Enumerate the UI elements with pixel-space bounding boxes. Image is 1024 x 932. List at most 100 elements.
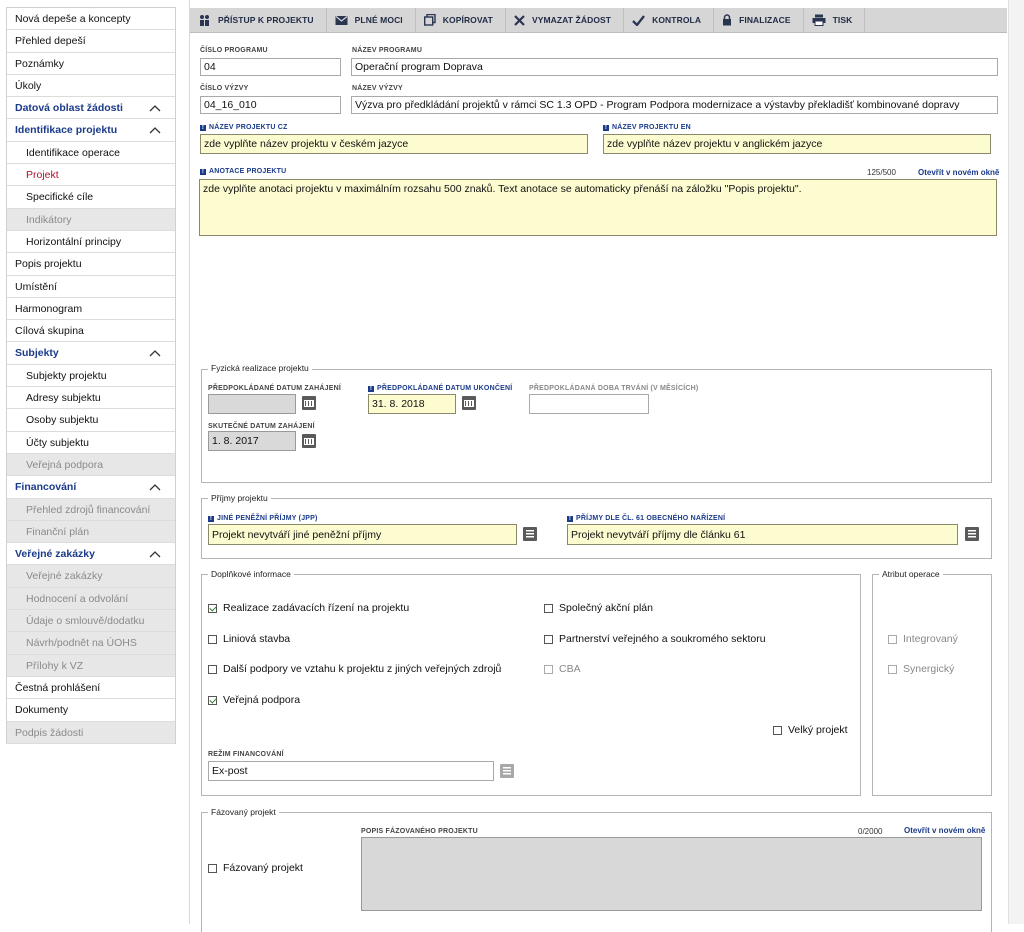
- print-label: TISK: [832, 15, 853, 25]
- checkbox-box[interactable]: [544, 634, 553, 644]
- checkbox-box[interactable]: [773, 725, 782, 735]
- sidebar-item-9[interactable]: Indikátory: [7, 208, 175, 231]
- sidebar-item-26[interactable]: Hodnocení a odvolání: [7, 587, 175, 611]
- sidebar-item-22[interactable]: Přehled zdrojů financování: [7, 498, 175, 521]
- list-icon[interactable]: [500, 764, 514, 778]
- sidebar-item-label: Veřejné zakázky: [26, 570, 103, 583]
- phased-open-new-window-link[interactable]: Otevřít v novém okně: [904, 826, 985, 835]
- jpp-field[interactable]: Projekt nevytváří jiné peněžní příjmy: [208, 524, 517, 545]
- sidebar-item-29[interactable]: Přílohy k VZ: [7, 654, 175, 677]
- checkbox-box[interactable]: [888, 634, 897, 644]
- sidebar-item-7[interactable]: Projekt: [7, 164, 175, 187]
- calendar-icon[interactable]: [302, 434, 316, 448]
- list-icon[interactable]: [523, 527, 537, 541]
- sidebar-item-17[interactable]: Adresy subjektu: [7, 387, 175, 410]
- phased-desc-textarea[interactable]: [361, 837, 982, 911]
- power-of-attorney-button[interactable]: PLNÉ MOCI: [327, 8, 416, 32]
- sidebar-item-12[interactable]: Umístění: [7, 276, 175, 298]
- duration-field[interactable]: [529, 394, 649, 414]
- other-support-checkbox[interactable]: Další podpory ve vztahu k projektu z jin…: [208, 663, 501, 675]
- phased-project-checkbox[interactable]: Fázovaný projekt: [208, 862, 303, 874]
- annotation-textarea[interactable]: zde vyplňte anotaci projektu v maximální…: [199, 179, 997, 236]
- sidebar-item-28[interactable]: Návrh/podnět na ÚOHS: [7, 632, 175, 655]
- sidebar-item-label: Datová oblast žádosti: [15, 102, 123, 115]
- chevron-up-icon[interactable]: [149, 550, 161, 558]
- cba-checkbox[interactable]: CBA: [544, 663, 581, 675]
- project-name-en-field[interactable]: zde vyplňte název projektu v anglickém j…: [603, 134, 991, 154]
- sidebar-item-6[interactable]: Identifikace operace: [7, 142, 175, 165]
- linear-building-checkbox[interactable]: Liniová stavba: [208, 633, 290, 645]
- joint-action-plan-checkbox[interactable]: Společný akční plán: [544, 602, 653, 614]
- sidebar-item-5[interactable]: Identifikace projektu: [7, 119, 175, 142]
- big-project-checkbox[interactable]: Velký projekt: [773, 724, 848, 736]
- sidebar-item-31[interactable]: Dokumenty: [7, 699, 175, 722]
- sidebar-item-30[interactable]: Čestná prohlášení: [7, 677, 175, 700]
- financing-mode-label: REŽIM FINANCOVÁNÍ: [208, 751, 284, 758]
- finalize-button[interactable]: FINALIZACE: [714, 8, 804, 32]
- access-button[interactable]: PŘÍSTUP K PROJEKTU: [190, 8, 327, 32]
- sidebar-item-10[interactable]: Horizontální principy: [7, 231, 175, 254]
- sidebar-item-11[interactable]: Popis projektu: [7, 253, 175, 276]
- sidebar-item-19[interactable]: Účty subjektu: [7, 432, 175, 454]
- call-number-field[interactable]: 04_16_010: [200, 96, 341, 114]
- sidebar-item-8[interactable]: Specifické cíle: [7, 186, 175, 209]
- checkbox-box[interactable]: [208, 634, 217, 644]
- sidebar-item-label: Financování: [15, 481, 77, 494]
- sidebar-item-0[interactable]: Nová depeše a koncepty: [7, 8, 175, 31]
- phased-project-legend: Fázovaný projekt: [208, 807, 279, 817]
- annotation-open-new-window-link[interactable]: Otevřít v novém okně: [918, 168, 999, 177]
- chevron-up-icon[interactable]: [149, 349, 161, 357]
- sidebar-item-16[interactable]: Subjekty projektu: [7, 365, 175, 388]
- copy-button[interactable]: KOPÍROVAT: [416, 8, 506, 32]
- program-number-field[interactable]: 04: [200, 58, 341, 76]
- sidebar-item-1[interactable]: Přehled depeší: [7, 30, 175, 53]
- chevron-up-icon[interactable]: [149, 126, 161, 134]
- start-planned-field[interactable]: [208, 394, 296, 414]
- public-support-checkbox[interactable]: Veřejná podpora: [208, 694, 300, 706]
- sidebar-item-24[interactable]: Veřejné zakázky: [7, 543, 175, 566]
- financing-mode-field[interactable]: Ex-post: [208, 761, 494, 781]
- phased-desc-label: POPIS FÁZOVANÉHO PROJEKTU: [361, 828, 478, 835]
- scrollbar[interactable]: [1008, 0, 1024, 924]
- checkbox-box[interactable]: [208, 603, 217, 613]
- chevron-up-icon[interactable]: [149, 483, 161, 491]
- calendar-icon[interactable]: [302, 396, 316, 410]
- sidebar-item-label: Umístění: [15, 280, 58, 293]
- procurement-checkbox[interactable]: Realizace zadávacích řízení na projektu: [208, 602, 409, 614]
- checkbox-box[interactable]: [208, 695, 217, 705]
- sidebar-item-4[interactable]: Datová oblast žádosti: [7, 97, 175, 120]
- ppp-checkbox[interactable]: Partnerství veřejného a soukromého sekto…: [544, 633, 766, 645]
- checkbox-box[interactable]: [544, 664, 553, 674]
- program-name-field[interactable]: Operační program Doprava: [351, 58, 998, 76]
- sidebar-item-23[interactable]: Finanční plán: [7, 520, 175, 544]
- checkbox-box[interactable]: [208, 863, 217, 873]
- sidebar-item-14[interactable]: Cílová skupina: [7, 320, 175, 343]
- print-button[interactable]: TISK: [804, 8, 866, 32]
- checkbox-box[interactable]: [208, 664, 217, 674]
- calendar-icon[interactable]: [462, 396, 476, 410]
- art61-field[interactable]: Projekt nevytváří příjmy dle článku 61: [567, 524, 958, 545]
- sidebar-item-15[interactable]: Subjekty: [7, 342, 175, 365]
- sidebar-item-13[interactable]: Harmonogram: [7, 298, 175, 321]
- sidebar-item-27[interactable]: Údaje o smlouvě/dodatku: [7, 610, 175, 633]
- sidebar-item-21[interactable]: Financování: [7, 476, 175, 499]
- check-button[interactable]: KONTROLA: [624, 8, 715, 32]
- sidebar-item-3[interactable]: Úkoly: [7, 75, 175, 98]
- sidebar-item-2[interactable]: Poznámky: [7, 53, 175, 75]
- integrated-checkbox[interactable]: Integrovaný: [888, 633, 958, 645]
- call-name-field[interactable]: Výzva pro předkládání projektů v rámci S…: [351, 96, 998, 114]
- delete-application-button[interactable]: VYMAZAT ŽÁDOST: [506, 8, 625, 32]
- end-planned-field[interactable]: 31. 8. 2018: [368, 394, 456, 414]
- sidebar-item-25[interactable]: Veřejné zakázky: [7, 565, 175, 588]
- synergic-checkbox[interactable]: Synergický: [888, 663, 954, 675]
- checkbox-box[interactable]: [888, 664, 897, 674]
- sidebar-item-20[interactable]: Veřejná podpora: [7, 453, 175, 477]
- chevron-up-icon[interactable]: [149, 104, 161, 112]
- sidebar-item-32[interactable]: Podpis žádosti: [7, 721, 175, 744]
- list-icon[interactable]: [965, 527, 979, 541]
- sidebar-item-18[interactable]: Osoby subjektu: [7, 409, 175, 432]
- start-actual-field[interactable]: 1. 8. 2017: [208, 431, 296, 451]
- project-name-cz-field[interactable]: zde vyplňte název projektu v českém jazy…: [200, 134, 588, 154]
- checkbox-box[interactable]: [544, 603, 553, 613]
- linear-building-label: Liniová stavba: [223, 633, 291, 645]
